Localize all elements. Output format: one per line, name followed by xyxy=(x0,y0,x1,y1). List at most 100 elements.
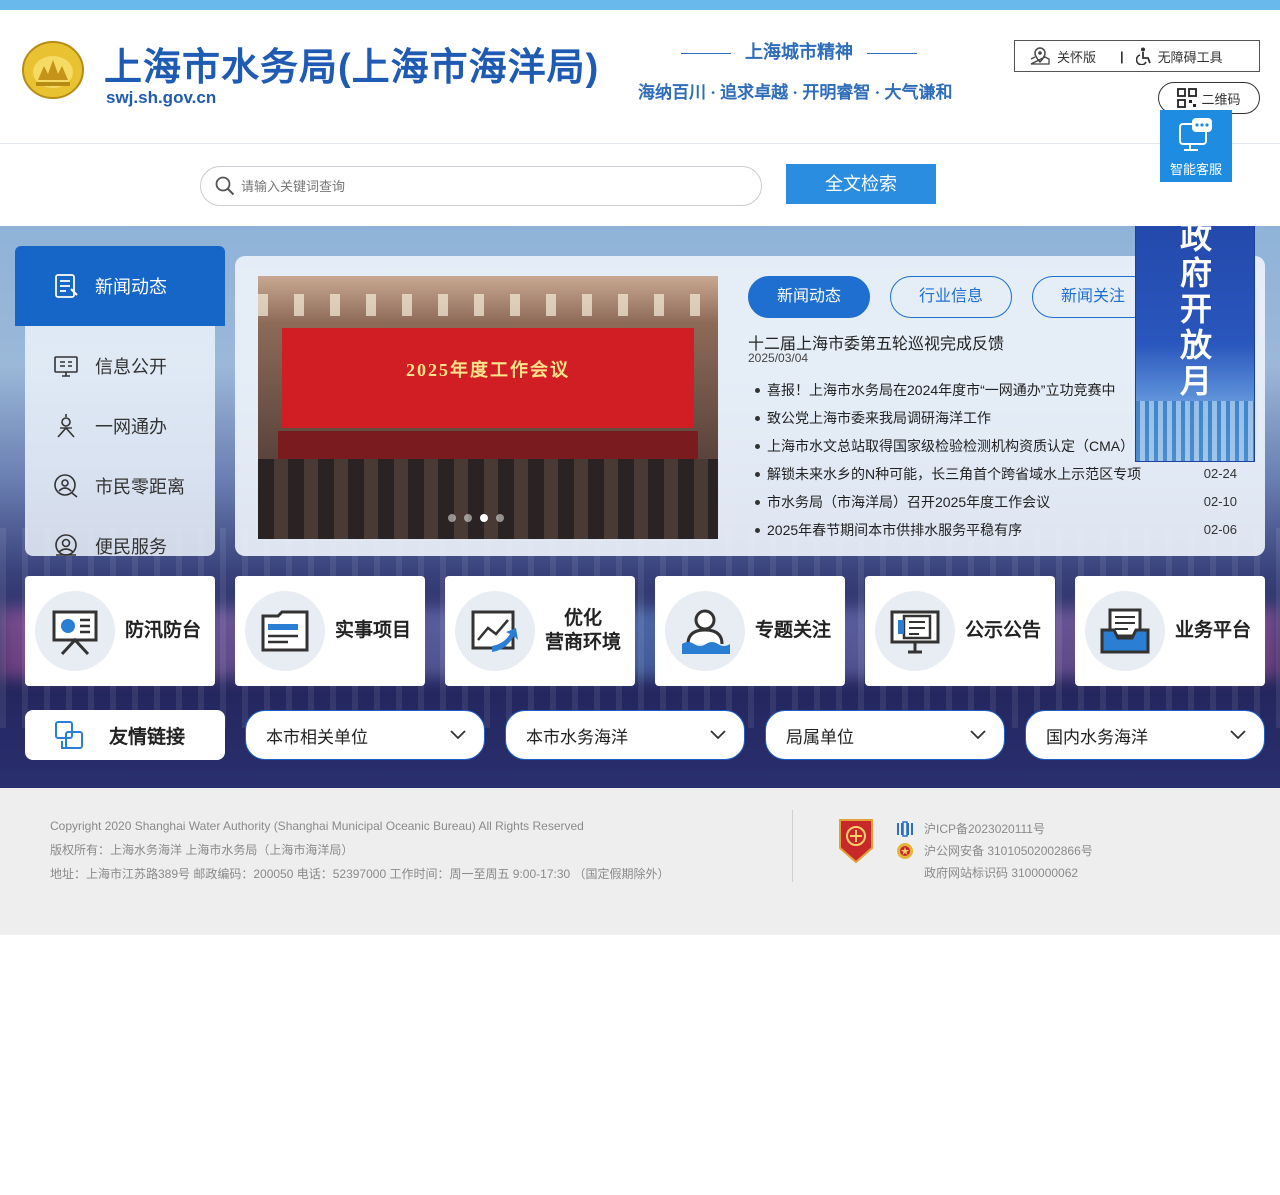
qr-code-icon xyxy=(1177,88,1198,108)
site-header: 上海市水务局(上海市海洋局) swj.sh.gov.cn 上海城市精神 海纳百川… xyxy=(0,10,1280,182)
chat-person-icon xyxy=(54,474,78,498)
quick-link-icon-bg xyxy=(245,591,325,671)
footer-icp-row[interactable]: 沪ICP备2023020111号 xyxy=(896,818,1093,840)
map-pin-icon xyxy=(1030,47,1050,65)
gov-open-month-banner[interactable]: 政府开放月 xyxy=(1135,226,1255,462)
city-spirit-title: 上海城市精神 xyxy=(640,38,958,64)
news-tabs: 新闻动态 行业信息 新闻关注 xyxy=(748,276,1154,318)
chat-monitor-icon xyxy=(1179,118,1212,151)
footer-divider xyxy=(792,810,793,882)
footer-site-id: 政府网站标识码 3100000062 xyxy=(924,866,1079,880)
care-mode-label: 关怀版 xyxy=(1057,49,1097,65)
quick-links: 防汛防台 实事项目 优化 营商环境 专题关注 公示公告 业务平台 xyxy=(25,576,1265,686)
smart-assistant-button[interactable]: 智能客服 xyxy=(1160,110,1232,182)
smart-assistant-label: 智能客服 xyxy=(1169,162,1222,177)
nav-item-label: 便民服务 xyxy=(95,537,167,557)
trend-chart-icon xyxy=(471,610,518,652)
carousel-dot[interactable] xyxy=(448,514,456,522)
nav-item-news[interactable]: 新闻动态 xyxy=(15,246,225,326)
quick-link-label: 业务平台 xyxy=(1175,620,1252,641)
search-section: 全文检索 xyxy=(0,144,1280,226)
accessibility-button[interactable]: 无障碍工具 xyxy=(1135,47,1223,66)
police-emblem-icon xyxy=(897,843,913,859)
quick-link-special-topics[interactable]: 专题关注 xyxy=(655,576,845,686)
news-title: 市水务局（市海洋局）召开2025年度工作会议 xyxy=(767,494,1051,510)
site-domain: swj.sh.gov.cn xyxy=(106,88,217,107)
nav-item-info-disclosure[interactable]: 信息公开 xyxy=(25,336,215,396)
footer-registrations: 沪ICP备2023020111号 沪公网安备 31010502002866号 政… xyxy=(896,818,1093,884)
footer-copyright: Copyright 2020 Shanghai Water Authority … xyxy=(50,819,584,833)
care-mode-button[interactable]: 关怀版 xyxy=(1029,47,1096,66)
carousel-dots xyxy=(448,514,504,522)
quick-link-flood-control[interactable]: 防汛防台 xyxy=(25,576,215,686)
link-copy-icon xyxy=(55,721,83,749)
inbox-document-icon xyxy=(1100,608,1150,654)
list-item[interactable]: 解锁未来水乡的N种可能，长三角首个跨省域水上示范区专项 02-24 xyxy=(753,460,1243,488)
folder-icon xyxy=(261,610,309,652)
presentation-board-icon xyxy=(52,610,98,656)
footer-police-row[interactable]: 沪公网安备 31010502002866号 xyxy=(896,840,1093,862)
news-panel: 2025年度工作会议 新闻动态 行业信息 新闻关注 十二届上海市委第五轮巡视完成… xyxy=(235,256,1265,556)
nav-item-label: 一网通办 xyxy=(95,417,167,437)
footer-site-id-row: 政府网站标识码 3100000062 xyxy=(896,862,1093,884)
main-hero: 新闻动态 信息公开 一网通办 市民零距离 便民服务 2025年度工作会议 新闻动… xyxy=(0,226,1280,788)
carousel-dot[interactable] xyxy=(496,514,504,522)
list-item[interactable]: 市水务局（市海洋局）召开2025年度工作会议 02-10 xyxy=(753,488,1243,516)
news-title: 解锁未来水乡的N种可能，长三角首个跨省域水上示范区专项 xyxy=(767,466,1142,482)
accessibility-label: 无障碍工具 xyxy=(1157,49,1223,65)
monitor-document-icon xyxy=(890,610,940,654)
quick-link-label: 实事项目 xyxy=(335,620,412,641)
quick-link-business-platform[interactable]: 业务平台 xyxy=(1075,576,1265,686)
nav-item-label: 市民零距离 xyxy=(95,477,185,497)
news-title: 2025年春节期间本市供排水服务平稳有序 xyxy=(767,522,1023,538)
full-text-search-button[interactable]: 全文检索 xyxy=(786,164,936,204)
quick-link-projects[interactable]: 实事项目 xyxy=(235,576,425,686)
nav-item-label: 新闻动态 xyxy=(95,277,167,297)
carousel-audience xyxy=(258,459,718,539)
tab-industry-info[interactable]: 行业信息 xyxy=(890,276,1012,318)
city-spirit-slogan: 海纳百川 · 追求卓越 · 开明睿智 · 大气谦和 xyxy=(638,83,953,102)
search-box xyxy=(200,166,762,206)
nav-item-one-network[interactable]: 一网通办 xyxy=(25,396,215,456)
open-month-skyline xyxy=(1136,401,1254,461)
quick-link-announcements[interactable]: 公示公告 xyxy=(865,576,1055,686)
header-tools: 关怀版 | 无障碍工具 xyxy=(1014,40,1260,72)
footer-icp: 沪ICP备2023020111号 xyxy=(924,822,1045,836)
chevron-down-icon xyxy=(1230,730,1246,740)
friend-links-text: 友情链接 xyxy=(109,726,186,748)
list-item[interactable]: 2025年春节期间本市供排水服务平稳有序 02-06 xyxy=(753,516,1243,544)
left-nav: 新闻动态 信息公开 一网通办 市民零距离 便民服务 xyxy=(15,246,225,557)
quick-link-icon-bg xyxy=(875,591,955,671)
chevron-down-icon xyxy=(450,730,466,740)
site-title[interactable]: 上海市水务局(上海市海洋局) xyxy=(104,36,599,91)
search-icon xyxy=(215,176,235,196)
dropdown-national-water-ocean[interactable]: 国内水务海洋 xyxy=(1025,710,1265,760)
quick-link-business-env[interactable]: 优化 营商环境 xyxy=(445,576,635,686)
tab-news[interactable]: 新闻动态 xyxy=(748,276,870,318)
carousel-rostrum xyxy=(278,431,698,461)
emblem-logo-icon xyxy=(22,41,84,99)
dropdown-label: 本市相关单位 xyxy=(266,727,368,747)
nav-item-citizen[interactable]: 市民零距离 xyxy=(25,456,215,516)
dropdown-city-water-ocean[interactable]: 本市水务海洋 xyxy=(505,710,745,760)
quick-link-label: 优化 营商环境 xyxy=(545,608,622,653)
search-input[interactable] xyxy=(241,178,721,194)
quick-link-icon-bg xyxy=(1085,591,1165,671)
footer-police: 沪公网安备 31010502002866号 xyxy=(924,844,1093,858)
dropdown-city-units[interactable]: 本市相关单位 xyxy=(245,710,485,760)
carousel-dot[interactable] xyxy=(464,514,472,522)
footer-address: 地址：上海市江苏路389号 邮政编码：200050 电话：52397000 工作… xyxy=(50,867,670,881)
dropdown-affiliated-units[interactable]: 局属单位 xyxy=(765,710,1005,760)
news-carousel[interactable]: 2025年度工作会议 xyxy=(258,276,718,539)
carousel-banner-text: 2025年度工作会议 xyxy=(406,360,570,380)
party-gov-badge-icon[interactable] xyxy=(836,818,876,864)
wheelchair-icon xyxy=(1135,47,1151,65)
carousel-ceiling-lights xyxy=(258,294,718,316)
carousel-dot-active[interactable] xyxy=(480,514,488,522)
chevron-down-icon xyxy=(710,730,726,740)
news-title: 致公党上海市委来我局调研海洋工作 xyxy=(767,410,991,426)
quick-link-icon-bg xyxy=(665,591,745,671)
nav-item-convenience[interactable]: 便民服务 xyxy=(25,516,215,576)
helpdesk-icon xyxy=(55,534,77,556)
news-title: 上海市水文总站取得国家级检验检测机构资质认定（CMA） xyxy=(767,438,1135,454)
